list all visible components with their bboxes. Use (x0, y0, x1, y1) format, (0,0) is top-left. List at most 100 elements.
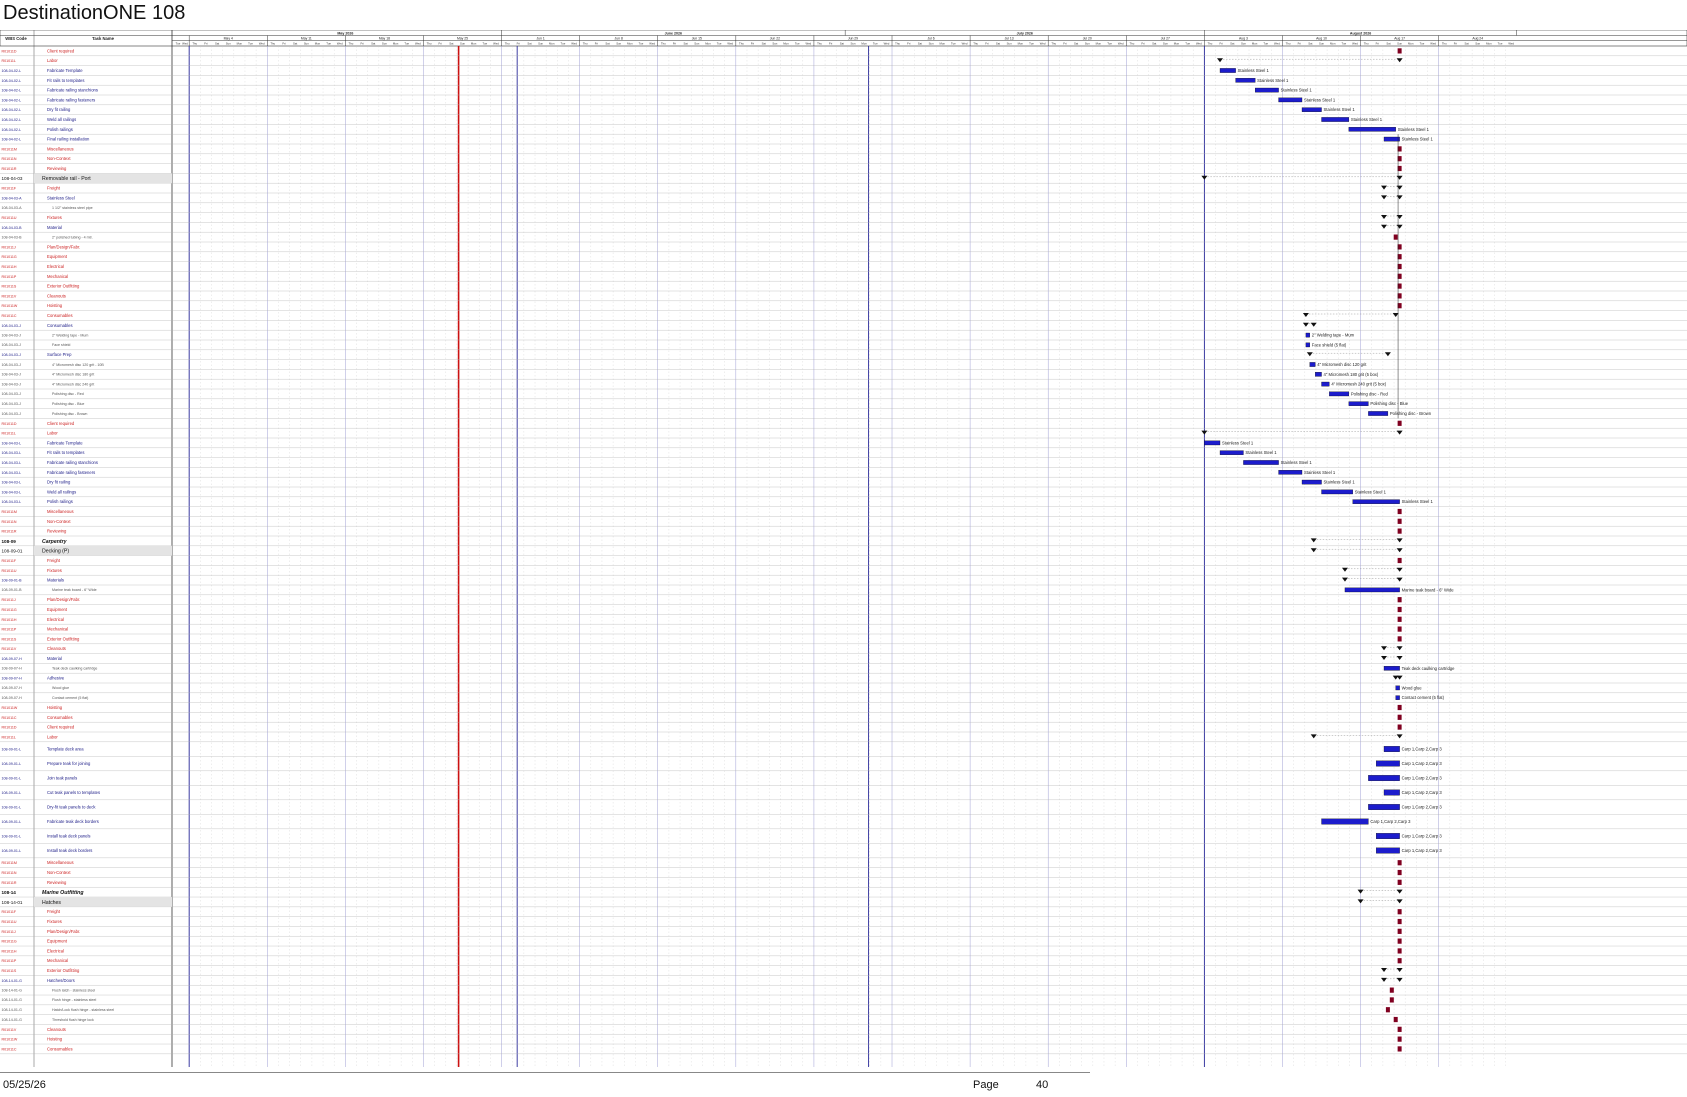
day-label: Wed (727, 42, 733, 46)
row-wbs-code: 108-04-03-L (2, 481, 22, 485)
day-label: Thu (1286, 42, 1291, 46)
day-label: Thu (270, 42, 275, 46)
day-label: Tue (1029, 42, 1034, 46)
bar-label: Wood glue (1402, 685, 1423, 690)
task-bar (1321, 117, 1350, 122)
summary-end-marker (1396, 195, 1403, 200)
day-label: Fri (1454, 42, 1458, 46)
week-label: Jun 8 (615, 37, 623, 41)
week-label: May 18 (379, 37, 390, 41)
wbs-column-header: WBS Code (5, 36, 27, 41)
row-wbs-code: R01011F (2, 187, 17, 191)
day-label: Mon (237, 42, 243, 46)
row-task-name: Fixtures (47, 568, 62, 573)
row-task-name: Equipment (47, 254, 68, 259)
row-task-name: Material (47, 656, 62, 661)
milestone-marker (1397, 528, 1402, 534)
summary-start-marker (1381, 977, 1387, 982)
day-label: Sun (929, 42, 934, 46)
day-label: Sun (1397, 42, 1402, 46)
day-label: Thu (427, 42, 432, 46)
summary-start-marker (1306, 352, 1313, 357)
milestone-marker (1397, 918, 1402, 925)
row-wbs-code: R01011J (2, 598, 16, 602)
row-wbs-code: 108-04-03-A (2, 206, 23, 210)
day-label: Wed (1352, 42, 1358, 46)
row-wbs-code: R01011V (2, 647, 17, 651)
task-bar (1321, 489, 1353, 495)
day-label: Sat (215, 42, 219, 46)
week-label: Jun 15 (692, 37, 702, 41)
row-wbs-code: 108-09-07-H (2, 686, 23, 690)
row-wbs-code: R01011M (2, 510, 17, 514)
bar-label: Polishing disc - Red (1351, 391, 1389, 396)
day-label: Fri (282, 42, 286, 46)
day-label: Sun (1475, 42, 1480, 46)
task-bar (1321, 381, 1330, 387)
row-task-name: Labor (47, 58, 58, 63)
day-label: Thu (583, 42, 588, 46)
row-wbs-code: 108-04-03-J (2, 353, 22, 357)
row-task-name: Equipment (47, 939, 68, 944)
row-wbs-code: R01011P (2, 959, 17, 963)
day-label: Tue (1420, 42, 1425, 46)
row-task-name: Electrical (47, 617, 64, 622)
day-label: Mon (471, 42, 477, 46)
row-task-name: Final railing installation (47, 137, 90, 142)
bar-label: Stainless Steel 1 (1238, 68, 1270, 73)
day-label: Thu (1364, 42, 1369, 46)
row-wbs-code: 108-09-01-L (2, 777, 22, 781)
milestone-marker (1397, 606, 1402, 613)
bar-label: 4" Micromesh 180 grit (5 box) (1324, 372, 1379, 377)
day-label: Sat (1386, 42, 1390, 46)
footer-rule (0, 1072, 1090, 1073)
row-task-name: Fit rails to templates (47, 78, 84, 83)
row-wbs-code: 108-04-03-L (2, 461, 22, 465)
row-task-name: Cleanouts (47, 293, 66, 298)
day-label: Fri (204, 42, 208, 46)
footer-page-label: Page (973, 1079, 999, 1091)
milestone-marker (1397, 626, 1402, 632)
row-task-name: Material (47, 225, 62, 230)
row-task-name: Threshold flush hinge lock (52, 1018, 94, 1022)
day-label: Tue (404, 42, 409, 46)
row-wbs-code: 108-04-03-J (2, 392, 22, 396)
row-task-name: Non-Context (47, 156, 71, 161)
row-wbs-code: 108-04-02-L (2, 118, 22, 122)
bar-label: Stainless Steel 1 (1281, 460, 1313, 465)
row-task-name: Decking (P) (42, 549, 69, 555)
row-task-name: Plan/Design/Fabr. (47, 244, 80, 249)
day-label: Sun (1241, 42, 1246, 46)
row-task-name: 4" Micromesh disc 180 grit (52, 373, 94, 377)
row-task-name: Labor (47, 734, 58, 739)
week-label: May 11 (301, 37, 312, 41)
summary-end-marker (1396, 577, 1403, 582)
bar-label: Stainless Steel 1 (1402, 137, 1434, 142)
row-wbs-code: R01011J (2, 930, 16, 934)
bar-label: Contact cement (5 flat) (1402, 695, 1445, 700)
day-label: Sat (371, 42, 375, 46)
row-task-name: Equipment (47, 607, 68, 612)
day-label: Thu (1442, 42, 1447, 46)
row-task-name: Marine teak board - 6" Wide (52, 588, 97, 592)
row-task-name: Miscellaneous (47, 146, 74, 151)
row-wbs-code: 108-09-01-B (2, 588, 23, 592)
bar-label: Teak deck caulking cartridge (1402, 666, 1456, 671)
row-task-name: Client required (47, 421, 75, 426)
row-task-name: Reviewing (47, 529, 67, 534)
summary-start-marker (1201, 175, 1208, 180)
bar-label: 4" Micromesh disc 120 grit (1317, 362, 1367, 367)
day-label: Tue (1185, 42, 1190, 46)
day-label: Sun (304, 42, 309, 46)
gantt-grid (0, 46, 1687, 1067)
row-task-name: Fit rails to templates (47, 450, 84, 455)
row-task-name: Fabricate railing fasteners (47, 470, 95, 475)
summary-end-marker (1396, 215, 1403, 219)
day-label: Thu (895, 42, 900, 46)
row-wbs-code: R01011H (2, 949, 17, 953)
task-bar (1278, 97, 1303, 103)
day-label: Sat (918, 42, 922, 46)
row-wbs-code: 108-14 (2, 890, 17, 895)
day-label: Tue (248, 42, 253, 46)
row-task-name: Consumables (47, 313, 73, 318)
